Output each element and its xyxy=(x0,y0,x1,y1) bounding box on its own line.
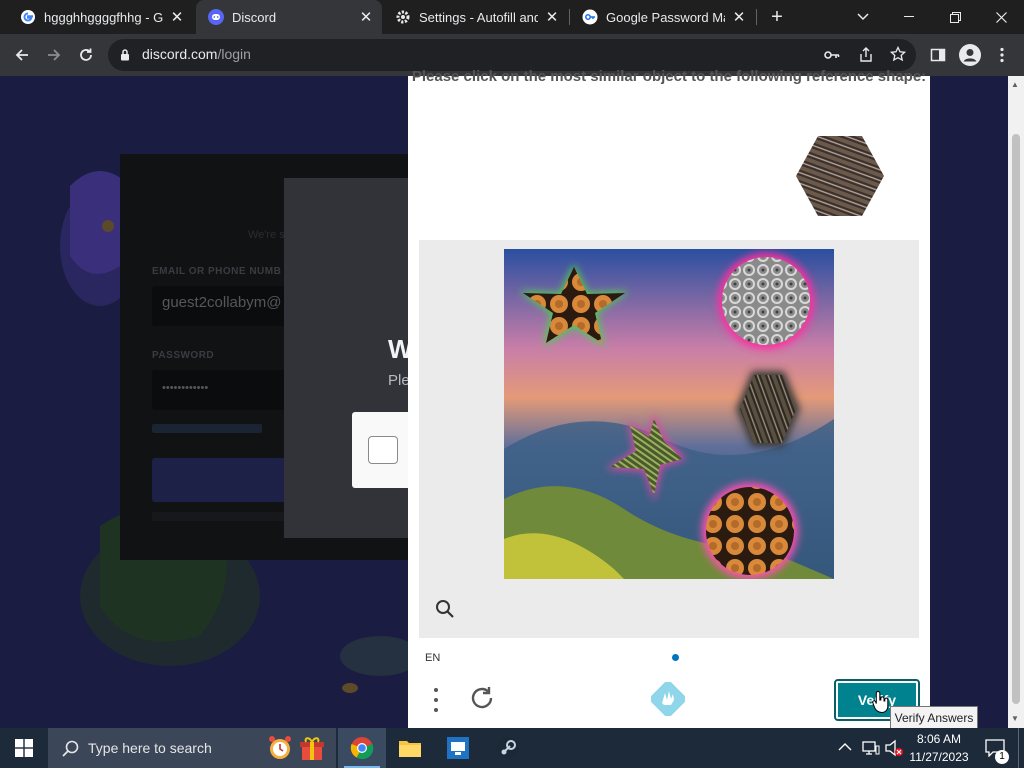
network-icon[interactable] xyxy=(862,740,880,756)
hcaptcha-logo-icon[interactable] xyxy=(651,682,685,716)
chrome-icon xyxy=(350,737,374,760)
steam-icon xyxy=(497,737,519,759)
taskbar-search-box[interactable]: Type here to search xyxy=(48,728,336,768)
scroll-down-arrow-icon[interactable]: ▼ xyxy=(1011,714,1019,723)
windows-logo-icon xyxy=(15,739,33,757)
tab-label: Discord xyxy=(232,9,277,25)
gear-icon xyxy=(395,9,411,25)
language-selector[interactable]: EN xyxy=(425,652,440,664)
close-tab-icon[interactable]: ✕ xyxy=(358,9,374,26)
scroll-up-arrow-icon[interactable]: ▲ xyxy=(1011,80,1019,89)
close-window-button[interactable] xyxy=(978,0,1024,34)
clock-time: 8:06 AM xyxy=(916,732,962,746)
volume-muted-icon[interactable] xyxy=(884,739,904,757)
tray-overflow-chevron-icon[interactable] xyxy=(838,742,852,752)
menu-dots-icon[interactable] xyxy=(430,686,442,714)
back-button[interactable] xyxy=(6,39,38,71)
tab-search-chevron-icon[interactable] xyxy=(840,0,886,34)
reload-button[interactable] xyxy=(70,39,102,71)
folder-icon xyxy=(399,741,421,757)
minimize-button[interactable] xyxy=(886,0,932,34)
register-link[interactable] xyxy=(152,512,292,521)
modal-subtext: Ple xyxy=(388,372,410,389)
taskbar-chrome[interactable] xyxy=(338,728,386,768)
url-path: /login xyxy=(217,46,251,62)
tab-label: Settings - Autofill and xyxy=(419,9,538,25)
restore-button[interactable] xyxy=(932,0,978,34)
clock-date: 11/27/2023 xyxy=(909,750,969,764)
tab-google-search[interactable]: hggghhggggfhhg - Go ✕ xyxy=(8,0,193,34)
circle-gears-object[interactable] xyxy=(718,253,814,349)
search-icon xyxy=(62,740,79,757)
tab-settings[interactable]: Settings - Autofill and ✕ xyxy=(383,0,568,34)
url-text: discord.com/login xyxy=(142,46,251,62)
refresh-challenge-icon[interactable] xyxy=(468,684,496,712)
profile-avatar-icon[interactable] xyxy=(954,39,986,71)
alarm-clock-icon[interactable] xyxy=(266,734,294,762)
tab-strip: hggghhggggfhhg - Go ✕ Discord ✕ Settings… xyxy=(0,0,1024,34)
show-desktop-button[interactable] xyxy=(1018,728,1024,768)
hcaptcha-checkbox-widget xyxy=(352,412,408,488)
reference-shape-image xyxy=(796,136,884,216)
forward-button[interactable] xyxy=(38,39,70,71)
key-icon xyxy=(582,9,598,25)
remote-desktop-icon xyxy=(447,737,469,759)
discord-icon xyxy=(208,9,224,25)
bookmark-star-icon[interactable] xyxy=(889,45,907,67)
verify-tooltip: Verify Answers xyxy=(890,706,978,730)
challenge-image xyxy=(504,249,834,579)
hcaptcha-challenge-panel: Please click on the most similar object … xyxy=(408,68,930,728)
notification-count-badge: 1 xyxy=(995,750,1009,764)
taskbar-file-explorer[interactable] xyxy=(386,728,434,768)
taskbar-remote-desktop[interactable] xyxy=(434,728,482,768)
tab-label: Google Password Man xyxy=(606,9,725,25)
hand-cursor-icon xyxy=(872,690,889,714)
page-scrollbar[interactable]: ▲ ▼ xyxy=(1008,76,1024,728)
new-tab-button[interactable]: + xyxy=(754,0,800,34)
search-placeholder: Type here to search xyxy=(88,740,212,756)
password-key-icon[interactable] xyxy=(824,48,840,67)
tab-label: hggghhggggfhhg - Go xyxy=(44,9,163,25)
challenge-prompt: Please click on the most similar object … xyxy=(411,68,927,85)
close-tab-icon[interactable]: ✕ xyxy=(731,9,747,26)
taskbar-steam[interactable] xyxy=(484,728,532,768)
gift-icon[interactable] xyxy=(298,734,326,762)
forgot-password-link[interactable] xyxy=(152,424,262,433)
google-icon xyxy=(20,9,36,25)
scrollbar-thumb[interactable] xyxy=(1012,134,1020,704)
email-label: EMAIL OR PHONE NUMB xyxy=(152,266,282,277)
tab-password-manager[interactable]: Google Password Man ✕ xyxy=(570,0,755,34)
windows-taskbar: Type here to search 8:06 AM 11/27/2023 1 xyxy=(0,728,1024,768)
start-button[interactable] xyxy=(0,728,48,768)
kebab-menu-icon[interactable] xyxy=(986,39,1018,71)
close-tab-icon[interactable]: ✕ xyxy=(169,9,185,26)
password-label: PASSWORD xyxy=(152,350,215,361)
tab-discord[interactable]: Discord ✕ xyxy=(196,0,382,34)
close-tab-icon[interactable]: ✕ xyxy=(544,9,560,26)
zoom-magnifier-icon[interactable] xyxy=(434,598,456,620)
hcaptcha-checkbox[interactable] xyxy=(368,436,398,464)
lock-icon[interactable] xyxy=(120,48,130,66)
share-icon[interactable] xyxy=(858,47,874,68)
action-center-button[interactable]: 1 xyxy=(980,728,1010,768)
page-indicator-dot xyxy=(672,654,679,661)
circle-logs-object[interactable] xyxy=(702,483,798,579)
system-clock[interactable]: 8:06 AM 11/27/2023 xyxy=(904,730,974,766)
url-host: discord.com xyxy=(142,46,218,62)
